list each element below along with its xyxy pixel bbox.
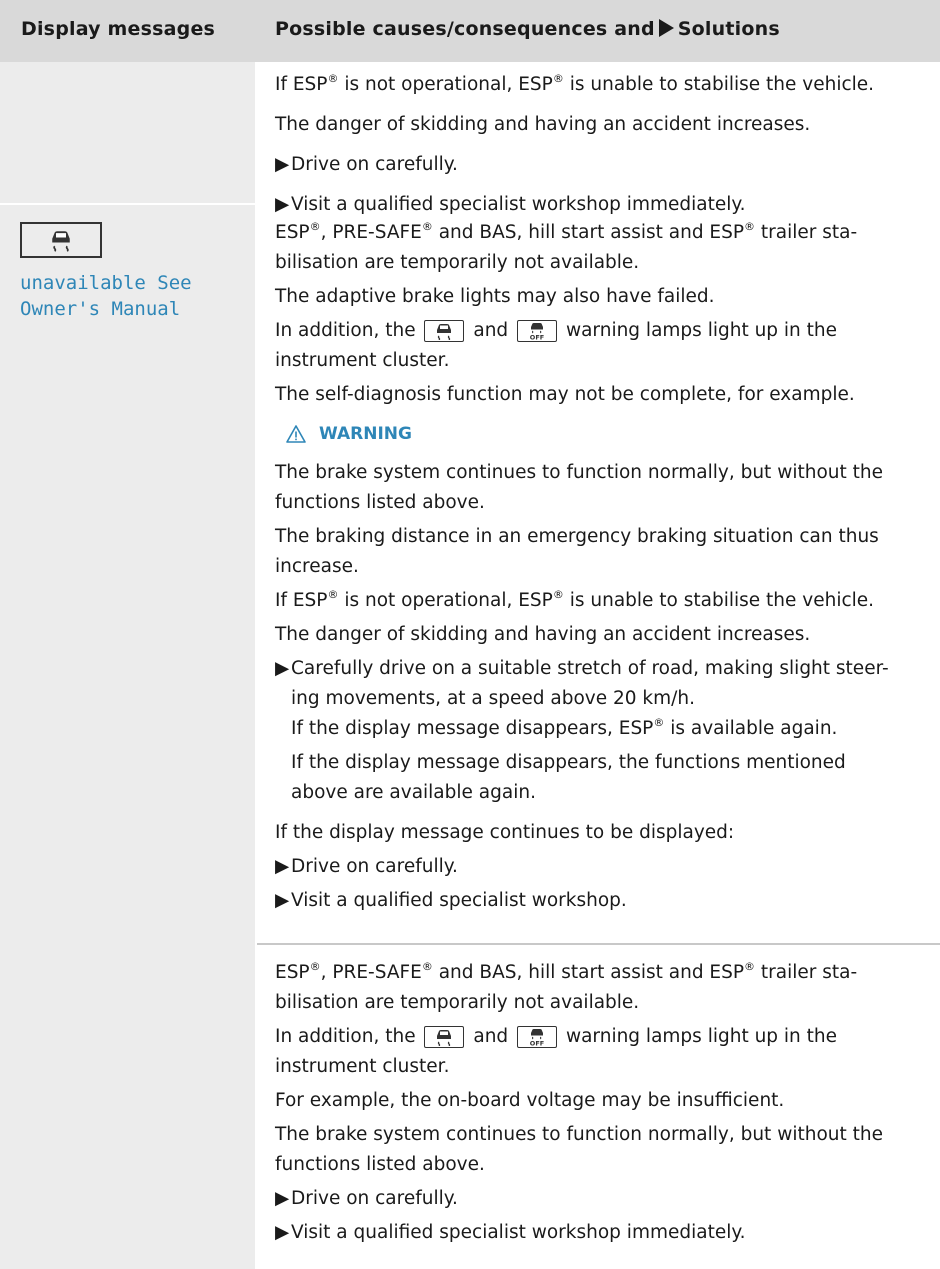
bullet-icon: ▶ — [275, 1222, 290, 1243]
bullet-icon: ▶ — [275, 154, 290, 175]
text-line: In addition, the and warning lamps light… — [275, 320, 838, 342]
esp-skid-car-icon — [46, 227, 76, 253]
text-line: The braking distance in an emergency bra… — [275, 526, 879, 547]
text-line: The brake system continues to function n… — [275, 1124, 883, 1145]
bullet-icon: ▶ — [275, 1188, 290, 1209]
list-item: ▶ Visit a qualified specialist workshop i… — [275, 1218, 925, 1248]
text-line: instrument cluster. — [275, 350, 450, 371]
text-line: above are available again. — [291, 782, 536, 803]
list-item: ▶ Visit a qualified specialist workshop. — [275, 886, 925, 916]
text-line: functions listed above. — [275, 492, 485, 513]
row-divider-right — [257, 943, 940, 945]
esp-off-warning-lamp-icon — [517, 320, 558, 342]
text-line: In addition, the and warning lamps light… — [275, 1026, 838, 1048]
row-esp-continued: If ESP® is not operational, ESP® is unab… — [275, 70, 925, 220]
text-line: bilisation are temporarily not available… — [275, 252, 640, 273]
text-line: bilisation are temporarily not available… — [275, 992, 640, 1013]
list-item: ▶ Drive on carefully. — [275, 150, 925, 180]
text-line: If ESP® is not operational, ESP® is unab… — [275, 588, 875, 611]
text-line: ing movements, at a speed above 20 km/h. — [291, 688, 696, 709]
bullet-icon: ▶ — [275, 194, 290, 215]
text-line: The danger of skidding and having an acc… — [275, 114, 811, 135]
table-header: Display messages Possible causes/consequ… — [0, 0, 940, 62]
header-solutions-label: Solutions — [677, 18, 780, 40]
list-item: ▶ Drive on carefully. — [275, 1184, 925, 1214]
text-line: The adaptive brake lights may also have … — [275, 286, 715, 307]
display-symbol-box — [20, 222, 102, 258]
row-esp-unavailable-voltage: ESP®, PRE-SAFE® and BAS, hill start assi… — [275, 958, 925, 1248]
warning-heading: WARNING — [285, 416, 925, 452]
warning-label: WARNING — [319, 424, 412, 444]
esp-warning-lamp-icon — [424, 320, 465, 342]
bullet-icon: ▶ — [275, 856, 290, 877]
esp-warning-lamp-icon — [424, 1026, 465, 1048]
display-message-text: unavailable See Owner's Manual — [20, 272, 192, 320]
header-display-messages: Display messages — [21, 18, 216, 40]
text-line: For example, the on-board voltage may be… — [275, 1090, 785, 1111]
text-line: The self-diagnosis function may not be c… — [275, 384, 855, 405]
row-esp-unavailable: ESP®, PRE-SAFE® and BAS, hill start assi… — [275, 218, 925, 916]
text-line: The danger of skidding and having an acc… — [275, 624, 811, 645]
text-line: If the display message continues to be d… — [275, 822, 735, 843]
list-item: ▶ Visit a qualified specialist workshop i… — [275, 190, 925, 220]
text-line: increase. — [275, 556, 359, 577]
bullet-icon: ▶ — [275, 890, 290, 911]
bullet-icon: ▶ — [275, 658, 290, 679]
esp-off-warning-lamp-icon — [517, 1026, 558, 1048]
text-line: ESP®, PRE-SAFE® and BAS, hill start assi… — [275, 220, 858, 243]
list-item: ▶ Drive on carefully. — [275, 852, 925, 882]
text-line: functions listed above. — [275, 1154, 485, 1175]
warning-triangle-icon — [286, 425, 306, 443]
text-line: If the display message disappears, ESP® … — [291, 716, 838, 739]
list-item: ▶ Carefully drive on a suitable stretch o… — [275, 654, 925, 684]
header-causes-solutions: Possible causes/consequences and Solution… — [275, 18, 780, 40]
solution-arrow-icon — [658, 19, 674, 37]
text-line: The brake system continues to function n… — [275, 462, 883, 483]
text-line: If the display message disappears, the f… — [291, 752, 846, 773]
column-divider — [255, 62, 257, 1269]
text-line: ESP®, PRE-SAFE® and BAS, hill start assi… — [275, 960, 858, 983]
header-causes-label: Possible causes/consequences and — [275, 18, 655, 40]
text-line: If ESP® is not operational, ESP® is unab… — [275, 72, 875, 95]
text-line: instrument cluster. — [275, 1056, 450, 1077]
